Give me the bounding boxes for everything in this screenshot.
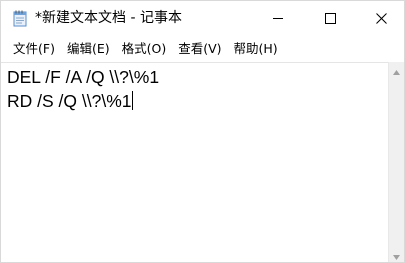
chevron-up-icon xyxy=(393,60,400,79)
minimize-icon xyxy=(272,9,284,28)
menu-view[interactable]: 查看(V) xyxy=(172,36,227,62)
menu-format[interactable]: 格式(O) xyxy=(116,36,173,62)
notepad-icon xyxy=(13,10,27,27)
menu-file[interactable]: 文件(F) xyxy=(7,36,61,62)
scroll-down-button[interactable] xyxy=(389,247,404,262)
menu-help[interactable]: 帮助(H) xyxy=(228,36,284,62)
close-button[interactable] xyxy=(358,1,404,36)
minimize-button[interactable] xyxy=(255,1,301,36)
window-title: *新建文本文档 - 记事本 xyxy=(35,10,182,26)
maximize-icon xyxy=(324,9,336,28)
menu-bar: 文件(F) 编辑(E) 格式(O) 查看(V) 帮助(H) xyxy=(1,36,404,62)
chevron-down-icon xyxy=(393,245,400,263)
scroll-up-button[interactable] xyxy=(389,62,404,77)
notepad-window: *新建文本文档 - 记事本 文件(F) 编辑(E) 格式(O) 查看(V) 帮助… xyxy=(0,0,405,263)
title-bar[interactable]: *新建文本文档 - 记事本 xyxy=(1,1,404,36)
menu-edit[interactable]: 编辑(E) xyxy=(61,36,116,62)
text-caret xyxy=(132,91,134,110)
editor-line-text: DEL /F /A /Q \\?\%1 xyxy=(7,67,160,87)
editor-line-text: RD /S /Q \\?\%1 xyxy=(7,91,132,111)
editor-line[interactable]: RD /S /Q \\?\%1 xyxy=(7,89,388,113)
text-editor[interactable]: DEL /F /A /Q \\?\%1 RD /S /Q \\?\%1 xyxy=(1,62,388,262)
close-icon xyxy=(375,9,387,28)
vertical-scrollbar[interactable] xyxy=(388,62,404,262)
editor-line[interactable]: DEL /F /A /Q \\?\%1 xyxy=(7,65,388,89)
maximize-button[interactable] xyxy=(307,1,353,36)
